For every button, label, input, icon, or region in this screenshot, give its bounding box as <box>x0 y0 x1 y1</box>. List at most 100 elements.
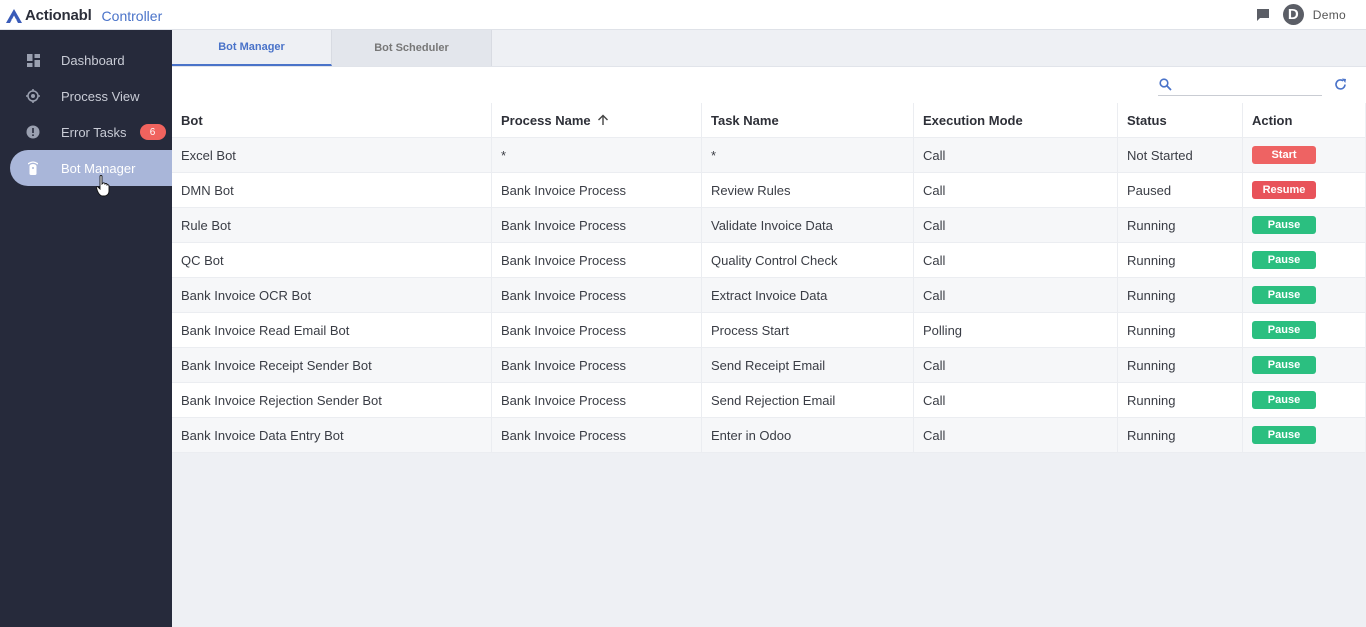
search-box <box>1158 76 1322 96</box>
pause-button[interactable]: Pause <box>1252 251 1316 269</box>
action-cell: Pause <box>1242 418 1365 452</box>
action-cell: Pause <box>1242 313 1365 347</box>
top-right-controls: D Demo <box>1256 4 1346 25</box>
table-header-row: Bot Process Name Task Name Execution Mod… <box>172 103 1365 138</box>
process-name-cell: Bank Invoice Process <box>491 208 701 242</box>
execution-mode-cell: Call <box>913 173 1117 207</box>
error-icon <box>26 125 40 139</box>
start-button[interactable]: Start <box>1252 146 1316 164</box>
pause-button[interactable]: Pause <box>1252 286 1316 304</box>
task-name-cell: Enter in Odoo <box>701 418 913 452</box>
process-name-cell: Bank Invoice Process <box>491 313 701 347</box>
action-cell: Pause <box>1242 383 1365 417</box>
header-execution-mode[interactable]: Execution Mode <box>913 103 1117 137</box>
sidebar-item-label: Dashboard <box>61 52 125 68</box>
tab-bot-scheduler[interactable]: Bot Scheduler <box>332 30 492 66</box>
refresh-icon[interactable] <box>1334 78 1347 91</box>
header-label: Process Name <box>501 112 591 128</box>
action-cell: Pause <box>1242 243 1365 277</box>
table-row: Bank Invoice OCR Bot Bank Invoice Process… <box>172 278 1365 313</box>
table-row: Bank Invoice Data Entry Bot Bank Invoice … <box>172 418 1365 453</box>
process-name-cell: Bank Invoice Process <box>491 243 701 277</box>
status-cell: Paused <box>1117 173 1242 207</box>
pause-button[interactable]: Pause <box>1252 356 1316 374</box>
user-name[interactable]: Demo <box>1313 8 1346 22</box>
sidebar-item-dashboard[interactable]: Dashboard <box>10 42 172 78</box>
status-cell: Running <box>1117 278 1242 312</box>
pause-button[interactable]: Pause <box>1252 391 1316 409</box>
execution-mode-cell: Call <box>913 278 1117 312</box>
resume-button[interactable]: Resume <box>1252 181 1316 199</box>
bot-name-cell: Bank Invoice OCR Bot <box>181 287 312 303</box>
header-process-name[interactable]: Process Name <box>491 103 701 137</box>
tab-bar: Bot Manager Bot Scheduler <box>172 30 1366 67</box>
table-row: Bank Invoice Read Email Bot Bank Invoice … <box>172 313 1365 348</box>
table-row: Bank Invoice Rejection Sender Bot Bank In… <box>172 383 1365 418</box>
execution-mode-cell: Polling <box>913 313 1117 347</box>
action-cell: Resume <box>1242 173 1365 207</box>
task-name-cell: Send Rejection Email <box>701 383 913 417</box>
sidebar-item-error-tasks[interactable]: Error Tasks 6 <box>10 114 172 150</box>
dashboard-icon <box>26 53 40 67</box>
bot-icon <box>26 161 40 175</box>
tab-bot-manager[interactable]: Bot Manager <box>172 30 332 66</box>
execution-mode-cell: Call <box>913 418 1117 452</box>
bot-name-cell: Rule Bot <box>181 217 231 233</box>
header-task-name[interactable]: Task Name <box>701 103 913 137</box>
bot-name-cell: DMN Bot <box>181 182 234 198</box>
sidebar-item-bot-manager[interactable]: Bot Manager <box>10 150 172 186</box>
pause-button[interactable]: Pause <box>1252 321 1316 339</box>
header-action[interactable]: Action <box>1242 103 1365 137</box>
execution-mode-cell: Call <box>913 348 1117 382</box>
bot-name-cell: Bank Invoice Data Entry Bot <box>181 427 344 443</box>
sidebar-item-label: Error Tasks <box>61 124 127 140</box>
sidebar-item-label: Bot Manager <box>61 160 136 176</box>
bot-name-cell: QC Bot <box>181 252 224 268</box>
pause-button[interactable]: Pause <box>1252 426 1316 444</box>
bot-name-cell: Bank Invoice Receipt Sender Bot <box>181 357 372 373</box>
process-name-cell: Bank Invoice Process <box>491 348 701 382</box>
chat-icon[interactable] <box>1256 8 1270 22</box>
task-name-cell: Send Receipt Email <box>701 348 913 382</box>
process-name-cell: Bank Invoice Process <box>491 278 701 312</box>
task-name-cell: * <box>701 138 913 172</box>
task-name-cell: Review Rules <box>701 173 913 207</box>
execution-mode-cell: Call <box>913 208 1117 242</box>
table-row: Rule Bot Bank Invoice Process Validate Inv… <box>172 208 1365 243</box>
table-row: Bank Invoice Receipt Sender Bot Bank Invo… <box>172 348 1365 383</box>
execution-mode-cell: Call <box>913 243 1117 277</box>
execution-mode-cell: Call <box>913 138 1117 172</box>
process-name-cell: Bank Invoice Process <box>491 173 701 207</box>
pause-button[interactable]: Pause <box>1252 216 1316 234</box>
process-name-cell: * <box>491 138 701 172</box>
avatar[interactable]: D <box>1282 4 1304 25</box>
table-body: Excel Bot * * Call Not Started Start DMN Bot Ba… <box>172 138 1365 453</box>
process-name-cell: Bank Invoice Process <box>491 383 701 417</box>
sort-ascending-icon[interactable] <box>597 114 609 126</box>
search-input[interactable] <box>1178 76 1320 94</box>
task-name-cell: Validate Invoice Data <box>701 208 913 242</box>
table-toolbar <box>172 67 1366 103</box>
process-view-icon <box>26 89 40 103</box>
top-bar: Actionabl Controller D Demo <box>0 0 1366 30</box>
brand-subtitle: Controller <box>101 7 163 24</box>
task-name-cell: Quality Control Check <box>701 243 913 277</box>
action-cell: Start <box>1242 138 1365 172</box>
header-status[interactable]: Status <box>1117 103 1242 137</box>
action-cell: Pause <box>1242 208 1365 242</box>
task-name-cell: Extract Invoice Data <box>701 278 913 312</box>
bot-name-cell: Bank Invoice Rejection Sender Bot <box>181 392 382 408</box>
brand[interactable]: Actionabl Controller <box>6 7 162 24</box>
error-count-badge: 6 <box>139 124 166 140</box>
status-cell: Running <box>1117 383 1242 417</box>
sidebar-item-label: Process View <box>61 88 140 104</box>
task-name-cell: Process Start <box>701 313 913 347</box>
action-cell: Pause <box>1242 278 1365 312</box>
sidebar-item-process-view[interactable]: Process View <box>10 78 172 114</box>
process-name-cell: Bank Invoice Process <box>491 418 701 452</box>
header-bot[interactable]: Bot <box>172 103 491 137</box>
hand-cursor-icon <box>96 175 110 197</box>
bot-name-cell: Bank Invoice Read Email Bot <box>181 322 350 338</box>
table-row: QC Bot Bank Invoice Process Quality Contro… <box>172 243 1365 278</box>
table-row: DMN Bot Bank Invoice Process Review Rules C… <box>172 173 1365 208</box>
